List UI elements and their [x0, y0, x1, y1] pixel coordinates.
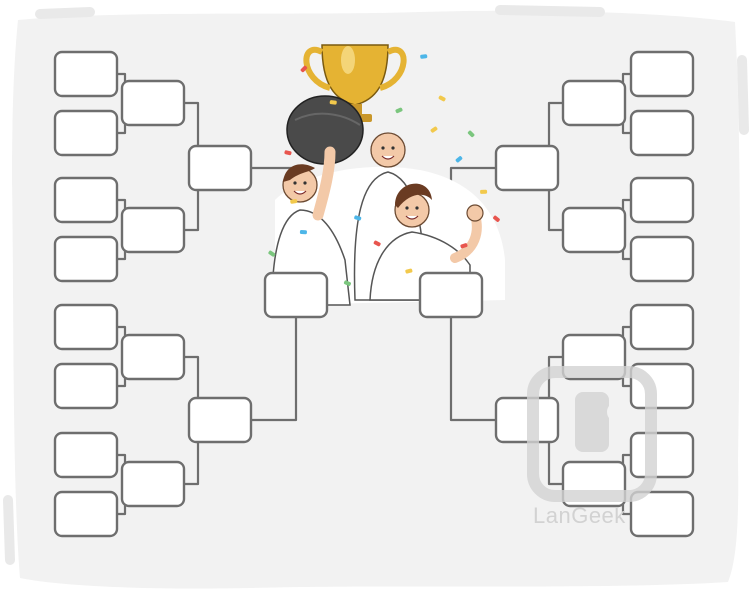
right-final-slot: [418, 271, 484, 319]
left-round1-slot: [53, 176, 119, 224]
right-round1-slot: [629, 235, 695, 283]
left-round2-slot: [120, 333, 186, 381]
left-round1-slot: [53, 431, 119, 479]
bracket-canvas: [3, 5, 749, 589]
left-semifinal-slot: [187, 396, 253, 444]
logo-glyph: [575, 392, 609, 452]
right-round1-slot: [629, 176, 695, 224]
left-round1-slot: [53, 235, 119, 283]
left-round2-slot: [120, 79, 186, 127]
left-round1-slot: [53, 362, 119, 410]
left-final-slot: [263, 271, 329, 319]
left-round1-slot: [53, 50, 119, 98]
right-round1-slot: [629, 50, 695, 98]
right-round1-slot: [629, 431, 695, 479]
left-round1-slot: [53, 490, 119, 538]
watermark-text: LanGeek: [533, 503, 626, 528]
right-semifinal-slot: [494, 144, 560, 192]
left-round2-slot: [120, 206, 186, 254]
right-round2-slot: [561, 79, 627, 127]
right-round1-slot: [629, 303, 695, 351]
left-semifinal-slot: [187, 144, 253, 192]
bracket-illustration: LanGeek: [0, 0, 750, 600]
right-round1-slot: [629, 109, 695, 157]
right-round2-slot: [561, 206, 627, 254]
left-round1-slot: [53, 303, 119, 351]
left-round2-slot: [120, 460, 186, 508]
logo-dot: [607, 402, 627, 422]
left-round1-slot: [53, 109, 119, 157]
fist: [466, 204, 484, 222]
